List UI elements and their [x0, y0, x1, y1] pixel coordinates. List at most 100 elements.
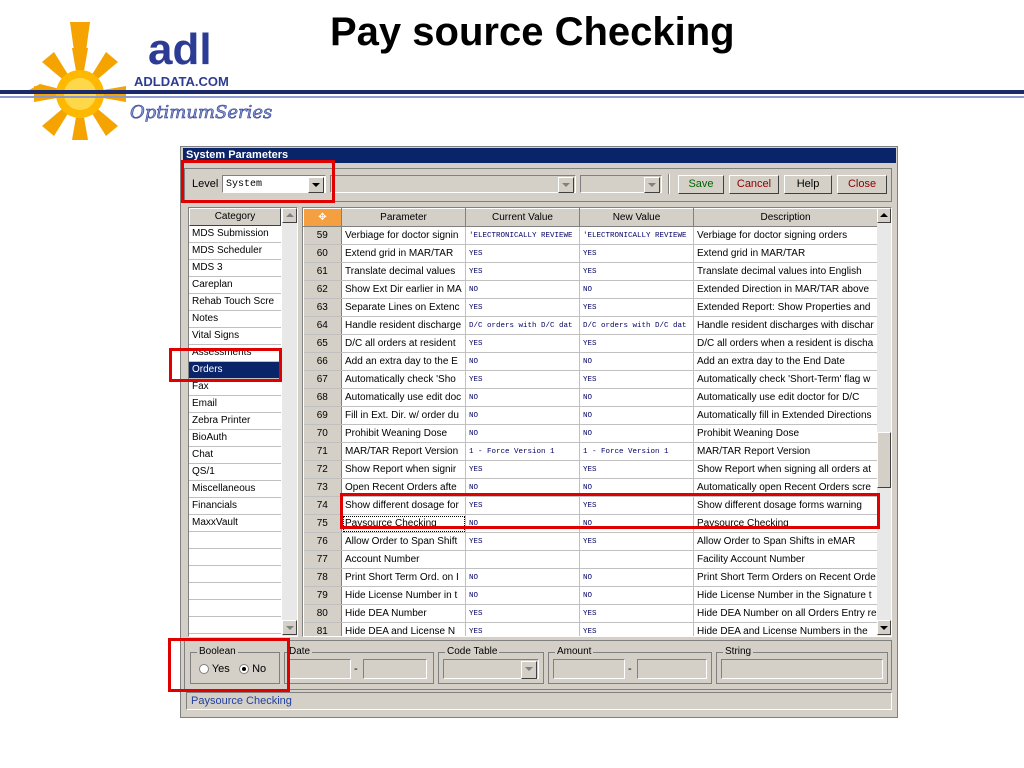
parameter-cell[interactable]: Hide DEA and License N: [341, 622, 466, 636]
new-value-cell[interactable]: NO: [579, 352, 694, 371]
radio-no[interactable]: No: [239, 663, 266, 675]
current-value-cell[interactable]: NO: [465, 478, 580, 497]
description-cell[interactable]: Facility Account Number: [693, 550, 878, 569]
parameter-cell[interactable]: D/C all orders at resident: [341, 334, 466, 353]
table-row[interactable]: 59 Verbiage for doctor signin 'ELECTRONICA…: [303, 226, 878, 245]
description-cell[interactable]: Paysource Checking: [693, 514, 878, 533]
parameter-cell[interactable]: Verbiage for doctor signin: [341, 226, 466, 245]
current-value-cell[interactable]: YES: [465, 622, 580, 636]
category-item[interactable]: Chat: [189, 447, 281, 464]
save-button[interactable]: Save: [678, 175, 724, 194]
new-value-cell[interactable]: YES: [579, 262, 694, 281]
category-item[interactable]: Financials: [189, 498, 281, 515]
header-parameter[interactable]: Parameter: [341, 208, 466, 227]
parameter-cell[interactable]: Show Ext Dir earlier in MA: [341, 280, 466, 299]
parameter-cell[interactable]: Hide License Number in t: [341, 586, 466, 605]
header-new-value[interactable]: New Value: [579, 208, 694, 227]
description-cell[interactable]: Show Report when signing all orders at: [693, 460, 878, 479]
current-value-cell[interactable]: 'ELECTRONICALLY REVIEWE: [465, 226, 580, 245]
description-cell[interactable]: Hide License Number in the Signature t: [693, 586, 878, 605]
new-value-cell[interactable]: [579, 550, 694, 569]
category-item[interactable]: Notes: [189, 311, 281, 328]
table-row[interactable]: 69 Fill in Ext. Dir. w/ order du NO NO Autom…: [303, 406, 878, 425]
table-row[interactable]: 63 Separate Lines on Extenc YES YES Extended…: [303, 298, 878, 317]
category-item[interactable]: Orders: [189, 362, 281, 379]
table-row[interactable]: 66 Add an extra day to the E NO NO Add an ex…: [303, 352, 878, 371]
code-table-select[interactable]: [443, 659, 539, 679]
table-row[interactable]: 71 MAR/TAR Report Version 1 - Force Versio…: [303, 442, 878, 461]
current-value-cell[interactable]: YES: [465, 496, 580, 515]
grid-corner[interactable]: ✥: [303, 208, 342, 227]
table-row[interactable]: 62 Show Ext Dir earlier in MA NO NO Extended…: [303, 280, 878, 299]
description-cell[interactable]: Allow Order to Span Shifts in eMAR: [693, 532, 878, 551]
table-row[interactable]: 76 Allow Order to Span Shift YES YES Allow O…: [303, 532, 878, 551]
table-row[interactable]: 70 Prohibit Weaning Dose NO NO Prohibit Wean…: [303, 424, 878, 443]
category-item[interactable]: QS/1: [189, 464, 281, 481]
current-value-cell[interactable]: YES: [465, 370, 580, 389]
current-value-cell[interactable]: 1 - Force Version 1: [465, 442, 580, 461]
secondary-dropdown-button[interactable]: [558, 177, 574, 193]
category-item[interactable]: Email: [189, 396, 281, 413]
level-select[interactable]: System: [222, 175, 326, 193]
description-cell[interactable]: MAR/TAR Report Version: [693, 442, 878, 461]
new-value-cell[interactable]: NO: [579, 388, 694, 407]
category-item[interactable]: MDS 3: [189, 260, 281, 277]
table-row[interactable]: 75 Paysource Checking NO NO Paysource Checki…: [303, 514, 878, 533]
table-row[interactable]: 78 Print Short Term Ord. on I NO NO Print Sh…: [303, 568, 878, 587]
current-value-cell[interactable]: NO: [465, 406, 580, 425]
grid-scroll-thumb[interactable]: [877, 432, 891, 488]
current-value-cell[interactable]: YES: [465, 298, 580, 317]
tertiary-select[interactable]: [580, 175, 662, 193]
grid-scroll-up-button[interactable]: [877, 208, 891, 223]
description-cell[interactable]: Extend grid in MAR/TAR: [693, 244, 878, 263]
new-value-cell[interactable]: YES: [579, 604, 694, 623]
description-cell[interactable]: Hide DEA Number on all Orders Entry re: [693, 604, 878, 623]
level-dropdown-button[interactable]: [308, 177, 324, 193]
category-item[interactable]: BioAuth: [189, 430, 281, 447]
category-item[interactable]: MaxxVault: [189, 515, 281, 532]
current-value-cell[interactable]: YES: [465, 532, 580, 551]
new-value-cell[interactable]: NO: [579, 568, 694, 587]
new-value-cell[interactable]: YES: [579, 334, 694, 353]
parameter-cell[interactable]: Add an extra day to the E: [341, 352, 466, 371]
new-value-cell[interactable]: 1 - Force Version 1: [579, 442, 694, 461]
category-item[interactable]: MDS Submission: [189, 226, 281, 243]
new-value-cell[interactable]: NO: [579, 280, 694, 299]
parameter-cell[interactable]: MAR/TAR Report Version: [341, 442, 466, 461]
current-value-cell[interactable]: NO: [465, 352, 580, 371]
parameter-cell[interactable]: Fill in Ext. Dir. w/ order du: [341, 406, 466, 425]
category-item[interactable]: Rehab Touch Scre: [189, 294, 281, 311]
table-row[interactable]: 80 Hide DEA Number YES YES Hide DEA Number o…: [303, 604, 878, 623]
table-row[interactable]: 79 Hide License Number in t NO NO Hide Licen…: [303, 586, 878, 605]
parameter-cell[interactable]: Handle resident discharge: [341, 316, 466, 335]
radio-yes[interactable]: Yes: [199, 663, 230, 675]
parameter-cell[interactable]: Open Recent Orders afte: [341, 478, 466, 497]
category-item[interactable]: MDS Scheduler: [189, 243, 281, 260]
description-cell[interactable]: Hide DEA and License Numbers in the: [693, 622, 878, 636]
secondary-select[interactable]: [330, 175, 576, 193]
category-item[interactable]: Zebra Printer: [189, 413, 281, 430]
table-row[interactable]: 65 D/C all orders at resident YES YES D/C al…: [303, 334, 878, 353]
category-item[interactable]: Fax: [189, 379, 281, 396]
description-cell[interactable]: Extended Report: Show Properties and: [693, 298, 878, 317]
table-row[interactable]: 81 Hide DEA and License N YES YES Hide DEA a…: [303, 622, 878, 636]
new-value-cell[interactable]: NO: [579, 514, 694, 533]
new-value-cell[interactable]: YES: [579, 460, 694, 479]
description-cell[interactable]: Automatically open Recent Orders scre: [693, 478, 878, 497]
cancel-button[interactable]: Cancel: [729, 175, 779, 194]
category-item[interactable]: Vital Signs: [189, 328, 281, 345]
current-value-cell[interactable]: NO: [465, 568, 580, 587]
parameter-cell[interactable]: Separate Lines on Extenc: [341, 298, 466, 317]
new-value-cell[interactable]: YES: [579, 244, 694, 263]
new-value-cell[interactable]: YES: [579, 496, 694, 515]
current-value-cell[interactable]: YES: [465, 262, 580, 281]
parameter-cell[interactable]: Account Number: [341, 550, 466, 569]
description-cell[interactable]: Show different dosage forms warning: [693, 496, 878, 515]
string-field[interactable]: [721, 659, 883, 679]
scroll-down-button[interactable]: [282, 620, 297, 635]
current-value-cell[interactable]: YES: [465, 460, 580, 479]
parameter-cell[interactable]: Allow Order to Span Shift: [341, 532, 466, 551]
parameter-cell[interactable]: Show Report when signir: [341, 460, 466, 479]
current-value-cell[interactable]: YES: [465, 334, 580, 353]
description-cell[interactable]: Add an extra day to the End Date: [693, 352, 878, 371]
